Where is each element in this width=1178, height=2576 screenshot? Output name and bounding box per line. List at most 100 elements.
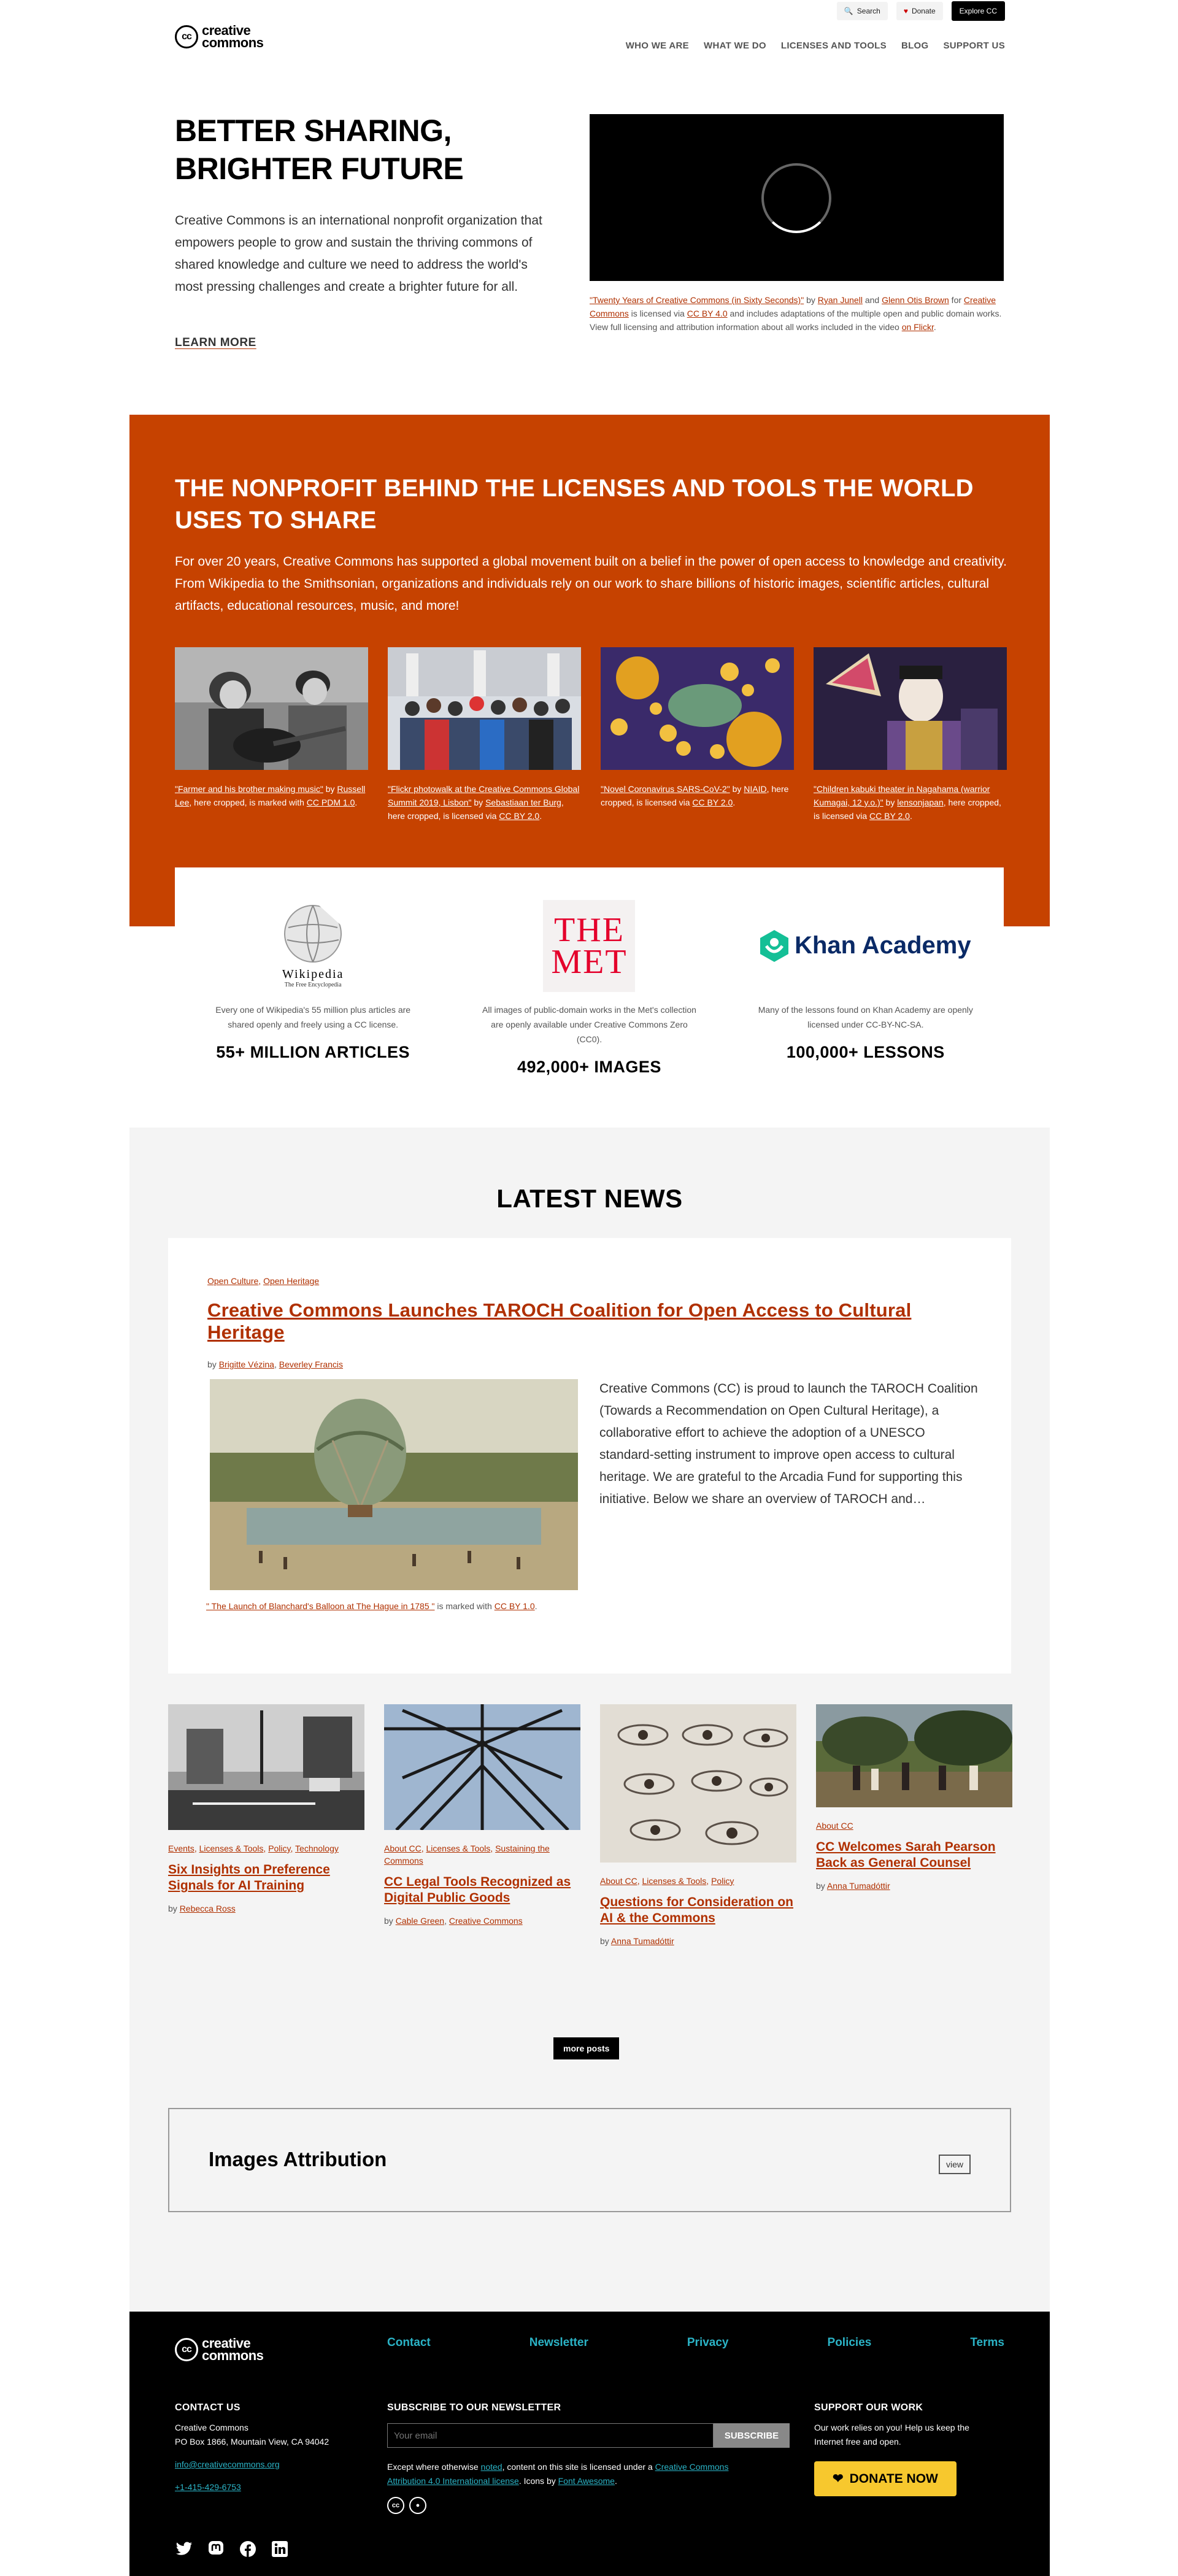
- social-links: [175, 2540, 289, 2558]
- kabuki-photo: [814, 647, 1007, 770]
- wikipedia-globe-icon: [284, 905, 344, 963]
- latest-news-section: LATEST NEWS Open Culture, Open Heritage …: [129, 1128, 1050, 2312]
- balloon-painting[interactable]: [210, 1379, 578, 1590]
- nonprofit-text: For over 20 years, Creative Commons has …: [175, 555, 1007, 613]
- news-card: Events, Licenses & Tools, Policy, Techno…: [168, 1704, 364, 1946]
- footer-link-newsletter[interactable]: Newsletter: [529, 2336, 588, 2350]
- eyes-sketch-image[interactable]: [600, 1704, 796, 1863]
- license-badges: cc ●: [387, 2497, 790, 2514]
- twitter-icon[interactable]: [175, 2540, 193, 2558]
- donate-button[interactable]: ♥ Donate: [896, 2, 943, 20]
- subscribe-button[interactable]: SUBSCRIBE: [714, 2423, 790, 2448]
- post-tags: About CC: [816, 1821, 853, 1831]
- video-title-link[interactable]: "Twenty Years of Creative Commons (in Si…: [590, 295, 804, 305]
- video-player[interactable]: [590, 114, 1004, 281]
- stat-met: THE MET All images of public-domain work…: [466, 895, 712, 1076]
- photowalk-photo: [388, 647, 581, 770]
- nav-what-we-do[interactable]: WHAT WE DO: [704, 40, 766, 51]
- latest-news-title: LATEST NEWS: [496, 1184, 683, 1213]
- phone-link[interactable]: +1-415-429-6753: [175, 2482, 241, 2492]
- hero-text: Creative Commons is an international non…: [175, 213, 542, 294]
- footer-link-contact[interactable]: Contact: [387, 2336, 431, 2350]
- news-card: About CC, Licenses & Tools, Sustaining t…: [384, 1704, 580, 1946]
- featured-post: Open Culture, Open Heritage Creative Com…: [168, 1238, 1011, 1674]
- view-attribution-button[interactable]: view: [938, 2155, 971, 2174]
- stat-number: 100,000+ LESSONS: [786, 1043, 945, 1061]
- email-link[interactable]: info@creativecommons.org: [175, 2459, 280, 2469]
- featured-image-caption: " The Launch of Blanchard's Balloon at T…: [206, 1601, 537, 1611]
- nonprofit-section: THE NONPROFIT BEHIND THE LICENSES AND TO…: [129, 415, 1050, 926]
- contact-us: CONTACT US Creative Commons PO Box 1866,…: [175, 2402, 329, 2492]
- post-tags: Events, Licenses & Tools, Policy, Techno…: [168, 1844, 339, 1853]
- footer-link-policies[interactable]: Policies: [828, 2336, 872, 2350]
- featured-post-excerpt: Creative Commons (CC) is proud to launch…: [599, 1382, 978, 1506]
- showcase-card: "Children kabuki theater in Nagahama (wa…: [814, 647, 1007, 823]
- news-card: About CC, Licenses & Tools, Policy Quest…: [600, 1704, 796, 1946]
- heart-icon: ❤: [833, 2472, 844, 2486]
- main-nav: WHO WE ARE WHAT WE DO LICENSES AND TOOLS…: [626, 40, 1005, 51]
- license-notice: Except where otherwise noted, content on…: [387, 2462, 729, 2486]
- footer-nav: Contact Newsletter Privacy Policies Term…: [387, 2336, 1004, 2350]
- featured-post-title[interactable]: Creative Commons Launches TAROCH Coaliti…: [207, 1299, 974, 1344]
- post-tags: About CC, Licenses & Tools, Sustaining t…: [384, 1844, 550, 1866]
- image-caption: "Children kabuki theater in Nagahama (wa…: [814, 784, 1001, 821]
- stat-wikipedia: Wikipedia The Free Encyclopedia Every on…: [190, 895, 436, 1071]
- nonprofit-title: THE NONPROFIT BEHIND THE LICENSES AND TO…: [175, 475, 974, 534]
- post-byline: by Cable Green, Creative Commons: [384, 1916, 523, 1926]
- license-link[interactable]: CC BY 4.0: [687, 309, 728, 318]
- wikipedia-logo: Wikipedia The Free Encyclopedia: [190, 895, 436, 996]
- post-byline: by Brigitte Vézina, Beverley Francis: [207, 1359, 344, 1369]
- footer-link-privacy[interactable]: Privacy: [687, 2336, 729, 2350]
- post-title[interactable]: CC Welcomes Sarah Pearson Back as Genera…: [816, 1839, 1012, 1871]
- images-attribution-title: Images Attribution: [209, 2148, 387, 2170]
- mastodon-icon[interactable]: [207, 2540, 225, 2558]
- footer-cc-logo[interactable]: cc creative commons: [175, 2337, 264, 2363]
- intersection-photo[interactable]: [168, 1704, 364, 1830]
- nav-support-us[interactable]: SUPPORT US: [943, 40, 1005, 51]
- cc-logo-icon: cc: [175, 2338, 198, 2361]
- image-caption: "Flickr photowalk at the Creative Common…: [388, 784, 580, 821]
- learn-more-link[interactable]: LEARN MORE: [175, 336, 256, 350]
- post-byline: by Anna Tumadóttir: [816, 1881, 890, 1891]
- nav-licenses-and-tools[interactable]: LICENSES AND TOOLS: [781, 40, 887, 51]
- garden-painting[interactable]: [816, 1704, 1012, 1807]
- images-attribution-panel: Images Attribution view: [168, 2108, 1011, 2212]
- post-byline: by Anna Tumadóttir: [600, 1936, 674, 1946]
- newsletter-signup: SUBSCRIBE TO OUR NEWSLETTER SUBSCRIBE Ex…: [387, 2402, 790, 2514]
- newsletter-email-input[interactable]: [387, 2423, 714, 2448]
- flickr-link[interactable]: on Flickr: [902, 322, 934, 332]
- post-title[interactable]: Questions for Consideration on AI & the …: [600, 1894, 796, 1926]
- stat-number: 492,000+ IMAGES: [517, 1058, 661, 1076]
- search-icon: 🔍: [844, 7, 853, 15]
- stat-khan: Khan Academy Many of the lessons found o…: [743, 895, 988, 1071]
- loading-spinner-icon: [761, 163, 831, 233]
- news-cards: Events, Licenses & Tools, Policy, Techno…: [168, 1704, 1012, 1946]
- utility-bar: 🔍 Search ♥ Donate Explore CC: [836, 0, 1005, 22]
- image-caption: "Farmer and his brother making music" by…: [175, 784, 366, 807]
- explore-cc-button[interactable]: Explore CC: [951, 1, 1005, 21]
- video-caption: "Twenty Years of Creative Commons (in Si…: [590, 295, 1002, 332]
- cc-logo[interactable]: cc creative commons: [175, 24, 264, 50]
- musicians-photo: [175, 647, 368, 770]
- search-button[interactable]: 🔍 Search: [836, 2, 888, 20]
- image-caption: "Novel Coronavirus SARS-CoV-2" by NIAID,…: [601, 784, 789, 807]
- author-link[interactable]: Ryan Junell: [818, 295, 863, 305]
- showcase-card: "Flickr photowalk at the Creative Common…: [388, 647, 581, 823]
- post-tags: About CC, Licenses & Tools, Policy: [600, 1876, 734, 1886]
- heart-icon: ♥: [903, 7, 908, 15]
- linkedin-icon[interactable]: [271, 2540, 289, 2558]
- nav-blog[interactable]: BLOG: [901, 40, 929, 51]
- khan-academy-logo: Khan Academy: [743, 895, 988, 996]
- coronavirus-photo: [601, 647, 794, 770]
- cc-license-icon: cc: [387, 2497, 404, 2514]
- post-title[interactable]: Six Insights on Preference Signals for A…: [168, 1862, 364, 1894]
- more-posts-button[interactable]: more posts: [553, 2037, 620, 2059]
- footer-link-terms[interactable]: Terms: [970, 2336, 1004, 2350]
- donate-now-button[interactable]: ❤ DONATE NOW: [814, 2461, 957, 2496]
- nav-who-we-are[interactable]: WHO WE ARE: [626, 40, 689, 51]
- author-link[interactable]: Glenn Otis Brown: [882, 295, 949, 305]
- post-title[interactable]: CC Legal Tools Recognized as Digital Pub…: [384, 1874, 580, 1906]
- impact-stats: Wikipedia The Free Encyclopedia Every on…: [175, 867, 1004, 1076]
- power-tower-photo[interactable]: [384, 1704, 580, 1830]
- facebook-icon[interactable]: [239, 2540, 257, 2558]
